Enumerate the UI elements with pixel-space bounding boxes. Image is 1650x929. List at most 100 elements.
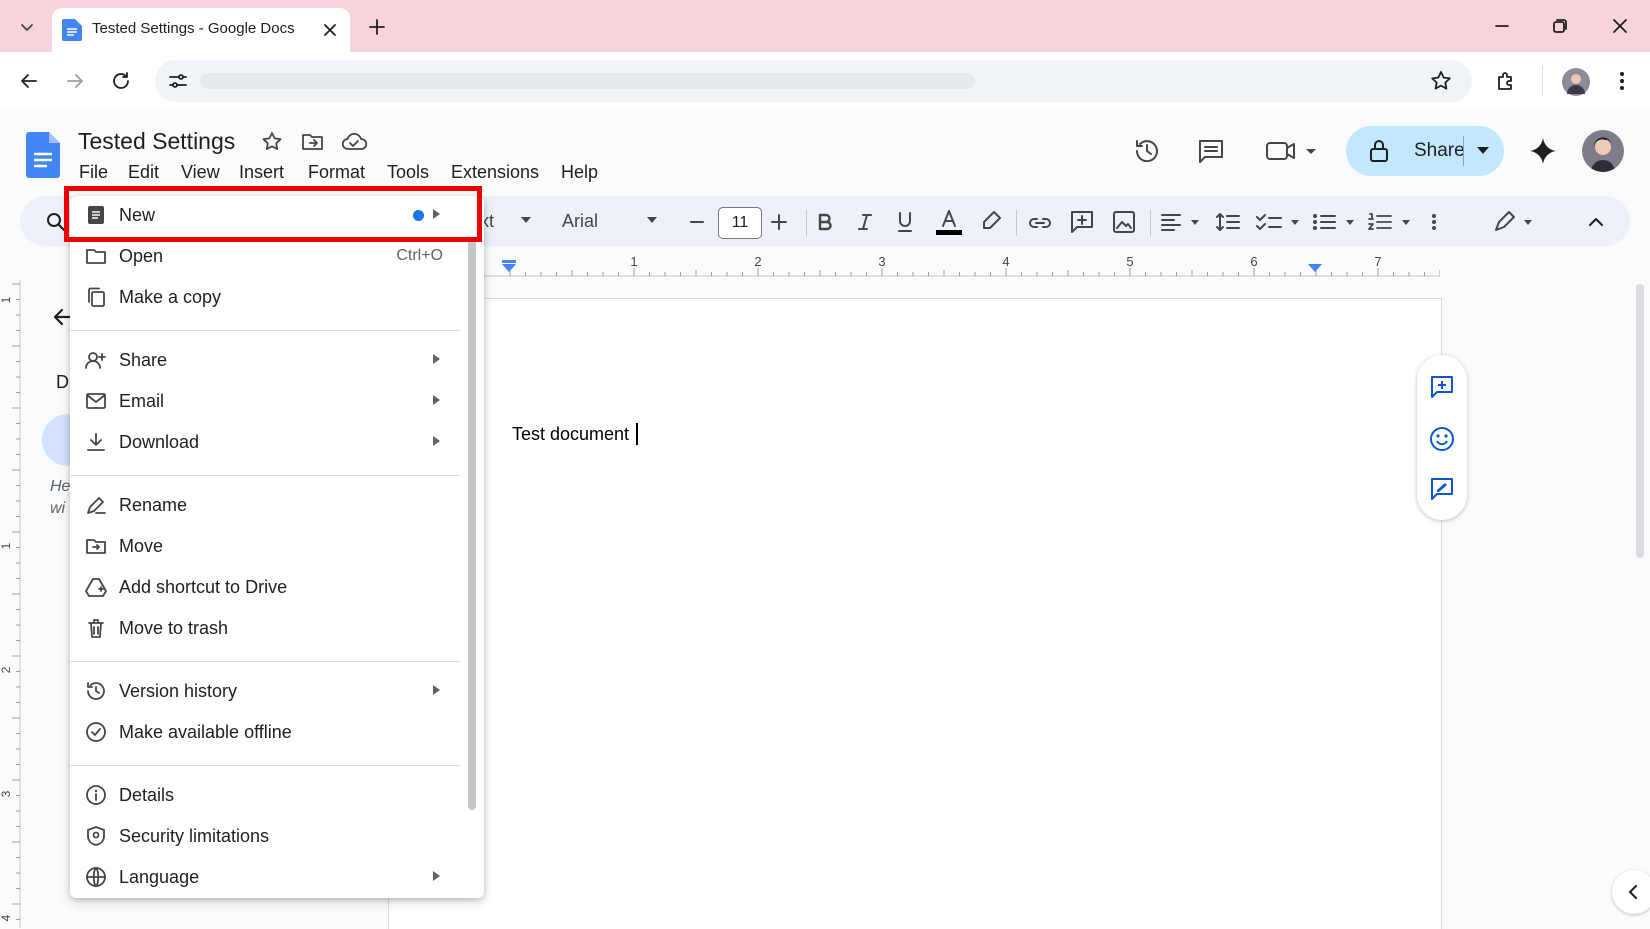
menu-item-language[interactable]: Language xyxy=(70,857,465,897)
share-dropdown-icon[interactable] xyxy=(1476,146,1490,156)
font-size-input[interactable]: 11 xyxy=(718,207,762,239)
menu-separator xyxy=(70,330,460,331)
menu-item-open[interactable]: Open Ctrl+O xyxy=(70,236,465,276)
bookmark-star-icon[interactable] xyxy=(1428,68,1454,94)
comments-icon[interactable] xyxy=(1196,136,1226,166)
document-page[interactable] xyxy=(388,298,1442,929)
menu-item-add-shortcut[interactable]: Add shortcut to Drive xyxy=(70,567,465,607)
menu-insert[interactable]: Insert xyxy=(239,162,284,183)
menu-item-security-limitations[interactable]: Security limitations xyxy=(70,816,465,856)
menu-separator xyxy=(70,765,460,766)
menu-item-rename[interactable]: Rename xyxy=(70,485,465,525)
info-icon xyxy=(85,784,107,806)
menu-view[interactable]: View xyxy=(181,162,220,183)
restore-icon[interactable] xyxy=(1548,14,1572,38)
menu-item-download[interactable]: Download xyxy=(70,422,465,462)
tab-search-icon[interactable] xyxy=(14,14,40,40)
version-history-icon[interactable] xyxy=(1132,136,1162,166)
more-icon[interactable] xyxy=(1610,68,1634,94)
docs-logo-icon[interactable] xyxy=(26,132,60,178)
toolbar-divider xyxy=(1016,210,1017,236)
chevron-down-icon[interactable] xyxy=(646,216,658,224)
menu-item-details[interactable]: Details xyxy=(70,775,465,815)
menu-item-move[interactable]: Move xyxy=(70,526,465,566)
cloud-saved-icon[interactable] xyxy=(340,130,368,154)
first-line-indent-marker[interactable] xyxy=(502,260,516,263)
menu-format[interactable]: Format xyxy=(308,162,365,183)
share-button[interactable]: Share xyxy=(1346,126,1504,176)
chevron-down-icon[interactable] xyxy=(520,216,532,224)
meet-icon[interactable] xyxy=(1264,136,1318,166)
browser-tab[interactable]: Tested Settings - Google Docs xyxy=(52,8,350,52)
menu-help[interactable]: Help xyxy=(561,162,598,183)
account-avatar[interactable] xyxy=(1582,130,1624,172)
add-comment-icon[interactable] xyxy=(1068,208,1096,236)
decrease-font-size-icon[interactable] xyxy=(686,211,708,233)
ruler-number: 1 xyxy=(630,254,637,269)
menu-item-label: Add shortcut to Drive xyxy=(119,577,288,597)
document-body-text[interactable]: Test document xyxy=(512,424,629,445)
emoji-reaction-icon[interactable] xyxy=(1428,425,1456,453)
menu-item-share[interactable]: Share xyxy=(70,340,465,380)
minimize-icon[interactable] xyxy=(1490,14,1514,38)
star-icon[interactable] xyxy=(260,130,284,154)
show-side-panel-button[interactable] xyxy=(1612,870,1650,914)
underline-icon[interactable] xyxy=(894,210,916,234)
add-comment-icon[interactable] xyxy=(1428,373,1456,401)
left-indent-marker[interactable] xyxy=(502,264,516,272)
font-select[interactable]: Arial xyxy=(562,211,598,232)
chevron-left-icon xyxy=(1622,880,1646,904)
profile-avatar[interactable] xyxy=(1562,68,1590,96)
forward-icon[interactable] xyxy=(62,68,88,94)
menu-file[interactable]: File xyxy=(79,162,108,183)
extensions-icon[interactable] xyxy=(1494,68,1520,94)
highlight-pen-icon[interactable] xyxy=(978,208,1004,234)
menu-tools[interactable]: Tools xyxy=(387,162,429,183)
menu-item-label: Share xyxy=(119,350,168,370)
menu-item-email[interactable]: Email xyxy=(70,381,465,421)
gemini-sparkle-icon[interactable] xyxy=(1528,136,1558,166)
insert-image-icon[interactable] xyxy=(1110,208,1138,236)
insert-link-icon[interactable] xyxy=(1026,210,1054,236)
move-folder-icon[interactable] xyxy=(300,130,326,154)
menu-item-make-copy[interactable]: Make a copy xyxy=(70,277,465,317)
ruler-number: 2 xyxy=(754,254,761,269)
italic-icon[interactable] xyxy=(854,211,876,233)
text-color-icon[interactable] xyxy=(934,208,964,236)
site-settings-icon[interactable] xyxy=(166,69,190,93)
bulleted-list-icon[interactable] xyxy=(1310,208,1360,236)
checklist-icon[interactable] xyxy=(1254,208,1304,236)
drive-shortcut-icon xyxy=(85,576,107,598)
menu-edit[interactable]: Edit xyxy=(128,162,159,183)
back-icon[interactable] xyxy=(16,68,42,94)
close-icon[interactable] xyxy=(320,20,340,40)
numbered-list-icon[interactable] xyxy=(1366,208,1416,236)
rename-pen-icon xyxy=(85,494,107,516)
menu-item-move-to-trash[interactable]: Move to trash xyxy=(70,608,465,648)
globe-icon xyxy=(85,866,107,888)
editing-mode-icon[interactable] xyxy=(1490,208,1540,236)
menu-scrollbar[interactable] xyxy=(468,238,476,810)
menu-item-label: Security limitations xyxy=(119,826,270,846)
url-text[interactable] xyxy=(200,73,975,89)
vertical-ruler[interactable]: 1 1 2 3 4 xyxy=(0,280,22,928)
reload-icon[interactable] xyxy=(108,68,134,94)
horizontal-ruler[interactable]: 1 2 3 4 5 6 7 xyxy=(480,252,1440,280)
new-tab-icon[interactable] xyxy=(364,14,390,40)
suggest-edits-icon[interactable] xyxy=(1428,475,1456,503)
menu-item-make-offline[interactable]: Make available offline xyxy=(70,712,465,752)
ruler-number: 1 xyxy=(0,296,13,303)
line-spacing-icon[interactable] xyxy=(1214,208,1242,236)
right-indent-marker[interactable] xyxy=(1308,264,1322,272)
menu-extensions[interactable]: Extensions xyxy=(451,162,539,183)
increase-font-size-icon[interactable] xyxy=(768,211,790,233)
doc-title[interactable]: Tested Settings xyxy=(78,128,235,155)
align-icon[interactable] xyxy=(1158,208,1202,236)
window-close-icon[interactable] xyxy=(1608,14,1632,38)
more-options-icon[interactable] xyxy=(1424,208,1444,236)
chevron-up-icon[interactable] xyxy=(1582,208,1610,236)
bold-icon[interactable] xyxy=(814,211,836,233)
menu-item-version-history[interactable]: Version history xyxy=(70,671,465,711)
page-scrollbar[interactable] xyxy=(1636,284,1644,558)
toolbar-divider xyxy=(806,210,807,236)
